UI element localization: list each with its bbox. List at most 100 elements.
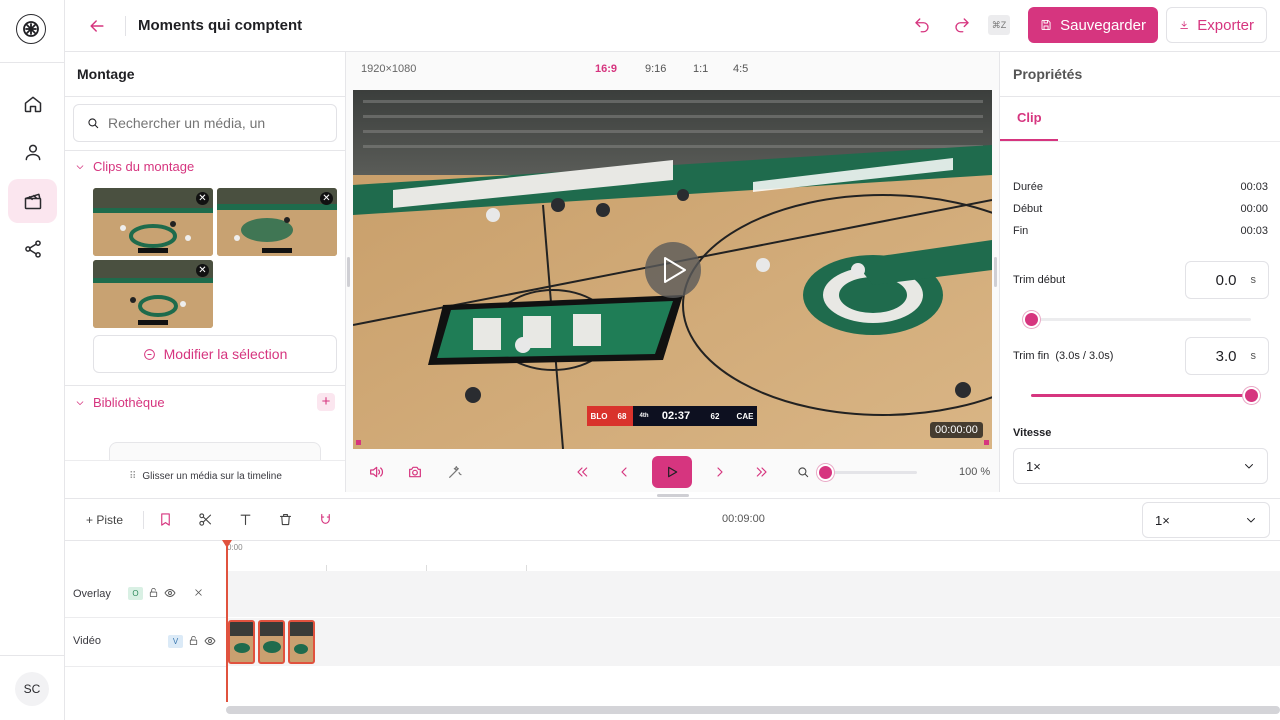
timeline-clip[interactable] (228, 620, 255, 664)
trim-start-input[interactable]: 0.0 s (1185, 261, 1269, 299)
overlay-visibility-button[interactable] (164, 587, 176, 599)
split-button[interactable] (198, 512, 213, 527)
play-overlay-button[interactable] (644, 241, 702, 299)
overlay-remove-button[interactable] (193, 587, 204, 598)
scissors-icon (199, 513, 212, 526)
camera-icon (409, 466, 421, 478)
panel-divider (1000, 96, 1280, 97)
redo-button[interactable] (953, 16, 971, 34)
left-resize-handle[interactable] (347, 257, 350, 287)
skip-end-button[interactable] (754, 464, 770, 480)
trim-end-thumb[interactable] (1243, 387, 1260, 404)
search-field[interactable] (73, 104, 337, 142)
unit-label: s (1250, 274, 1257, 286)
add-track-button[interactable]: + Piste (86, 513, 123, 527)
overlay-lock-button[interactable] (148, 587, 159, 598)
overlay-track-lane[interactable] (226, 571, 1280, 617)
away-team: CAE (736, 411, 754, 421)
trim-start-thumb[interactable] (1023, 311, 1040, 328)
toolbar-divider (143, 511, 144, 529)
video-track-badge: V (168, 635, 183, 648)
trim-end-value: 3.0 (1215, 347, 1237, 365)
edit-selection-label: Modifier la sélection (163, 346, 288, 362)
tab-clip[interactable]: Clip (1017, 110, 1042, 125)
search-icon (88, 118, 99, 129)
time-ruler[interactable]: 0:00 (226, 541, 1280, 571)
remove-clip-button[interactable]: ✕ (196, 264, 209, 277)
lock-icon (149, 587, 158, 598)
ruler-start: 0:00 (227, 543, 243, 552)
text-button[interactable] (238, 512, 253, 527)
save-button[interactable]: Sauvegarder (1028, 7, 1158, 43)
add-library-button[interactable]: + (317, 393, 335, 411)
timeline-speed-select[interactable]: 1× (1142, 502, 1270, 538)
scoreboard: BLO 68 4th 02:37 62 CAE (587, 406, 757, 426)
eye-icon (204, 637, 216, 645)
nav-editor[interactable] (8, 179, 57, 223)
timeline: + Piste 00:09:00 1× 0:00 Overlay O Vidéo… (65, 498, 1280, 720)
export-button[interactable]: Exporter (1166, 7, 1267, 43)
zoom-slider-thumb[interactable] (817, 464, 834, 481)
avatar[interactable]: SC (15, 672, 49, 706)
crop-handle[interactable] (984, 440, 989, 445)
app-logo[interactable] (16, 14, 46, 44)
step-forward-button[interactable] (712, 464, 728, 480)
effects-button[interactable] (447, 464, 463, 480)
delete-button[interactable] (278, 512, 293, 527)
back-button[interactable] (87, 16, 107, 36)
trim-end-input[interactable]: 3.0 s (1185, 337, 1269, 375)
panel-title: Montage (77, 66, 135, 82)
crop-handle[interactable] (356, 440, 361, 445)
panel-divider (1000, 141, 1280, 142)
speed-select[interactable]: 1× (1013, 448, 1268, 484)
playhead[interactable] (226, 540, 228, 702)
trim-end-slider[interactable] (1031, 387, 1260, 404)
timeline-clip[interactable] (288, 620, 315, 664)
bookmark-icon (161, 513, 170, 526)
zoom-slider[interactable] (817, 464, 917, 481)
clip-thumbnail[interactable]: ✕ (93, 260, 213, 328)
right-resize-handle[interactable] (994, 257, 997, 287)
ratio-16-9[interactable]: 16:9 (595, 63, 617, 75)
timeline-clip[interactable] (258, 620, 285, 664)
clip-thumbnail[interactable]: ✕ (93, 188, 213, 256)
overlay-track-badge: O (128, 587, 143, 600)
magnet-button[interactable] (318, 512, 333, 527)
overlay-track-label: Overlay (73, 588, 111, 600)
ratio-4-5[interactable]: 4:5 (733, 63, 748, 75)
video-track-lane[interactable] (226, 618, 1280, 666)
shortcut-badge: ⌘Z (988, 15, 1010, 35)
clip-frame (260, 622, 283, 662)
panel-resize-grip[interactable] (657, 494, 689, 497)
prop-value: 00:03 (1240, 181, 1268, 193)
video-frame[interactable]: BLO 68 4th 02:37 62 CAE 00:00:00 (353, 90, 992, 449)
game-clock: 02:37 (661, 410, 691, 422)
search-input[interactable] (108, 115, 308, 131)
clip-thumbnail[interactable]: ✕ (217, 188, 337, 256)
nav-share[interactable] (8, 227, 57, 271)
marker-button[interactable] (158, 512, 173, 527)
remove-clip-button[interactable]: ✕ (196, 192, 209, 205)
step-back-button[interactable] (616, 464, 632, 480)
home-team: BLO (590, 411, 608, 421)
video-lock-button[interactable] (188, 635, 199, 646)
nav-profile[interactable] (8, 130, 57, 174)
clips-section-label: Clips du montage (93, 159, 195, 174)
timeline-scrollbar[interactable] (226, 706, 1280, 714)
ratio-9-16[interactable]: 9:16 (645, 63, 666, 75)
trim-start-slider[interactable] (1023, 311, 1251, 328)
clip-frame (290, 622, 313, 662)
ratio-1-1[interactable]: 1:1 (693, 63, 708, 75)
video-visibility-button[interactable] (204, 635, 216, 647)
volume-button[interactable] (368, 464, 384, 480)
remove-clip-button[interactable]: ✕ (320, 192, 333, 205)
play-button[interactable] (652, 456, 692, 488)
library-section-header[interactable]: Bibliothèque (75, 395, 165, 410)
nav-home[interactable] (8, 82, 57, 126)
snapshot-button[interactable] (407, 464, 423, 480)
skip-start-button[interactable] (574, 464, 590, 480)
resolution-label: 1920×1080 (361, 63, 417, 75)
clips-section-header[interactable]: Clips du montage (75, 159, 194, 174)
edit-selection-button[interactable]: Modifier la sélection (93, 335, 337, 373)
undo-button[interactable] (913, 16, 931, 34)
